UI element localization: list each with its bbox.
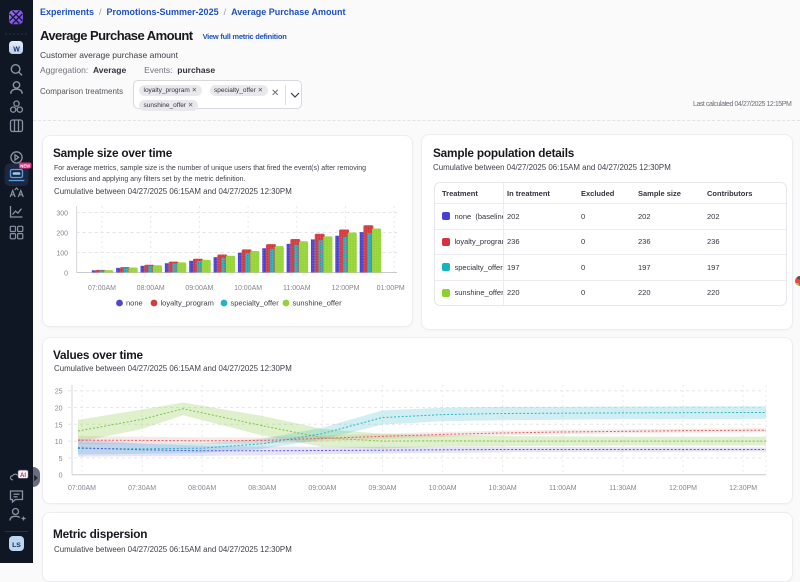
svg-text:W: W	[13, 47, 20, 54]
svg-text:12:30PM: 12:30PM	[729, 485, 757, 492]
svg-text:none: none	[126, 299, 143, 308]
svg-text:09:00AM: 09:00AM	[308, 485, 336, 492]
svg-text:NEW: NEW	[20, 163, 30, 168]
svg-text:200: 200	[56, 231, 68, 238]
svg-text:25: 25	[55, 389, 63, 396]
svg-text:01:00PM: 01:00PM	[377, 285, 405, 292]
svg-text:11:00AM: 11:00AM	[549, 485, 577, 492]
svg-text:10:00AM: 10:00AM	[429, 485, 457, 492]
svg-text:09:00AM: 09:00AM	[185, 285, 213, 292]
svg-text:15: 15	[55, 422, 63, 429]
svg-text:0: 0	[64, 271, 68, 278]
svg-text:300: 300	[56, 211, 68, 218]
svg-text:5: 5	[59, 456, 63, 463]
svg-text:07:00AM: 07:00AM	[68, 485, 96, 492]
svg-text:07:30AM: 07:30AM	[128, 485, 156, 492]
svg-text:0: 0	[59, 473, 63, 480]
svg-text:20: 20	[55, 406, 63, 413]
svg-text:09:30AM: 09:30AM	[368, 485, 396, 492]
svg-text:sunshine_offer: sunshine_offer	[293, 299, 343, 308]
svg-text:07:00AM: 07:00AM	[88, 285, 116, 292]
svg-text:specialty_offer: specialty_offer	[231, 299, 280, 308]
svg-text:100: 100	[56, 251, 68, 258]
svg-text:LS: LS	[12, 542, 21, 549]
svg-text:10: 10	[55, 439, 63, 446]
svg-text:11:30AM: 11:30AM	[609, 485, 637, 492]
svg-text:08:30AM: 08:30AM	[248, 485, 276, 492]
svg-text:08:00AM: 08:00AM	[188, 485, 216, 492]
svg-text:10:00AM: 10:00AM	[234, 285, 262, 292]
svg-text:11:00AM: 11:00AM	[283, 285, 311, 292]
svg-text:12:00PM: 12:00PM	[331, 285, 359, 292]
svg-text:loyalty_program: loyalty_program	[161, 299, 214, 308]
svg-text:10:30AM: 10:30AM	[489, 485, 517, 492]
svg-text:AI: AI	[20, 473, 26, 479]
svg-text:12:00PM: 12:00PM	[669, 485, 697, 492]
svg-text:08:00AM: 08:00AM	[137, 285, 165, 292]
